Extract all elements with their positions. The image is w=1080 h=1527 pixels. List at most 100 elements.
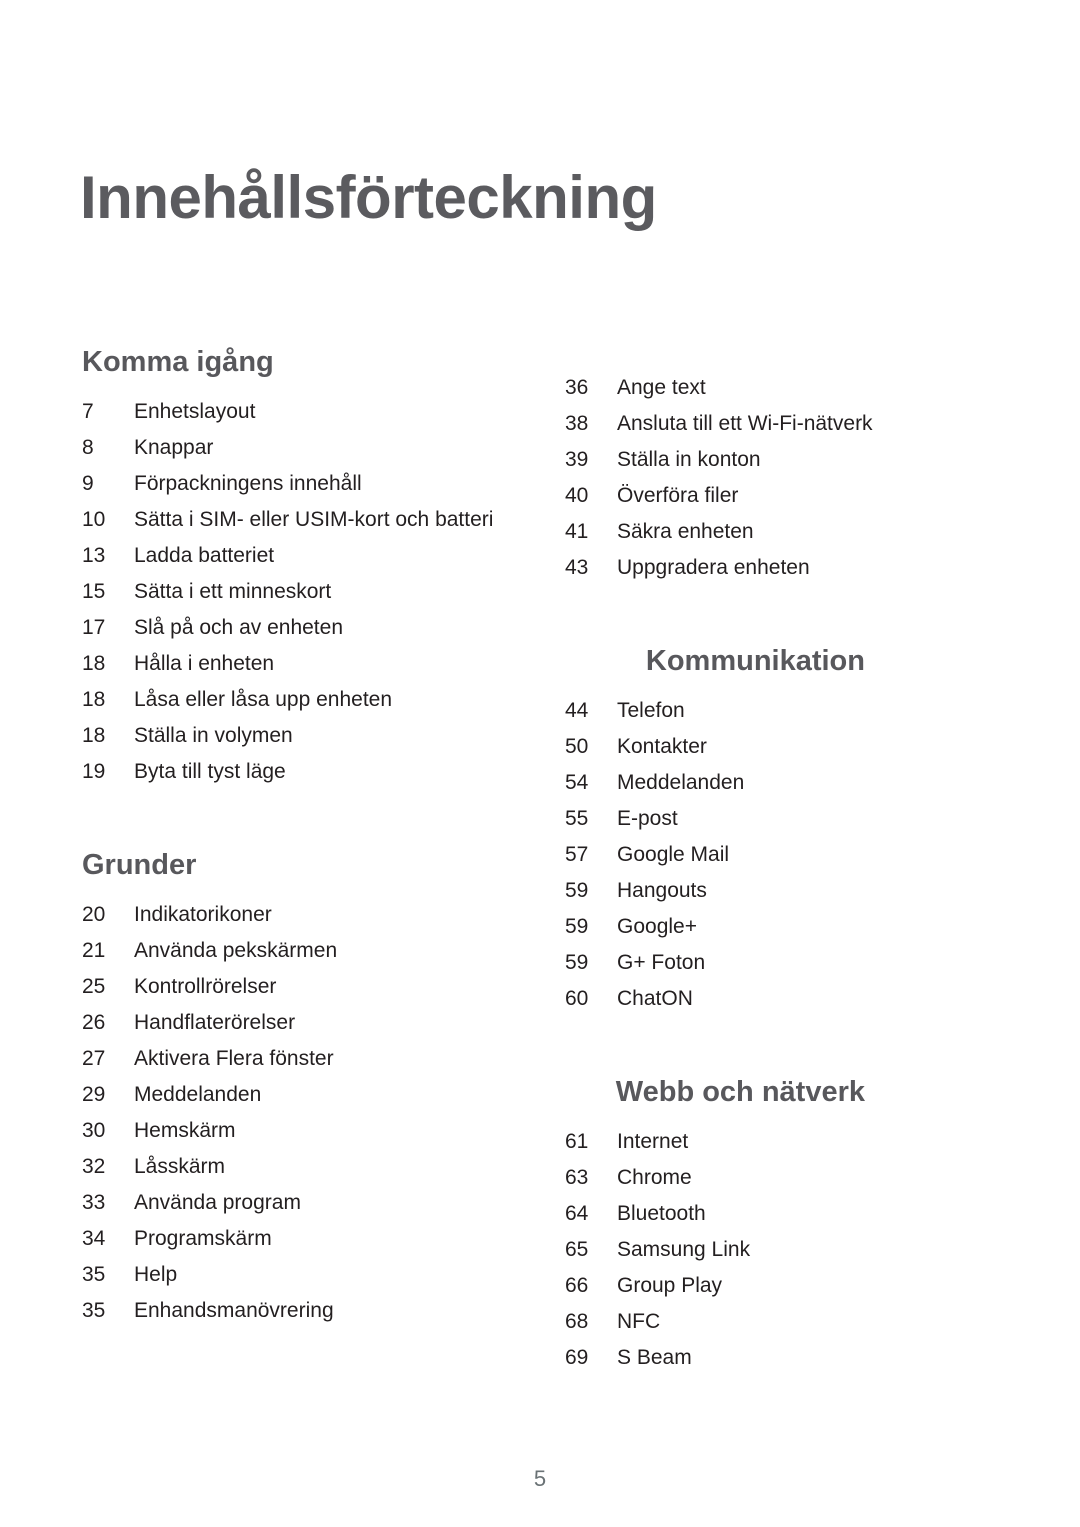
toc-entry[interactable]: 21 Använda pekskärmen — [82, 933, 512, 969]
toc-entry-title: Kontakter — [617, 735, 707, 758]
toc-entry[interactable]: 18 Hålla i enheten — [82, 646, 512, 682]
toc-entry-title: Samsung Link — [617, 1238, 751, 1261]
toc-entry[interactable]: 13 Ladda batteriet — [82, 538, 512, 574]
toc-entry-title: Kontrollrörelser — [134, 975, 277, 998]
toc-entry[interactable]: 25 Kontrollrörelser — [82, 969, 512, 1005]
toc-entry-title: Meddelanden — [617, 771, 745, 794]
toc-entry[interactable]: 59 Google+ — [565, 909, 865, 945]
toc-entry-title: Säkra enheten — [617, 520, 754, 543]
toc-entry-title: Förpackningens innehåll — [134, 472, 362, 495]
page-number: 5 — [533, 1466, 547, 1491]
toc-entry[interactable]: 34 Programskärm — [82, 1221, 512, 1257]
toc-entry[interactable]: 44 Telefon — [565, 693, 865, 729]
toc-right-column: 36 Ange text 38 Ansluta till ett Wi-Fi-nätv… — [565, 348, 873, 1376]
toc-entry-page: 25 — [82, 975, 106, 998]
toc-entry-title: S Beam — [617, 1346, 692, 1369]
toc-entry[interactable]: 43 Uppgradera enheten — [565, 550, 865, 586]
toc-entry-page: 65 — [565, 1238, 589, 1261]
toc-entry-page: 34 — [82, 1227, 106, 1250]
toc-entry-page: 68 — [565, 1310, 589, 1333]
toc-entry[interactable]: 54 Meddelanden — [565, 765, 865, 801]
toc-entry-title: Google Mail — [617, 843, 730, 866]
toc-entry[interactable]: 30 Hemskärm — [82, 1113, 512, 1149]
toc-entry[interactable]: 9 Förpackningens innehåll — [82, 466, 512, 502]
toc-entry-page: 35 — [82, 1299, 106, 1322]
toc-entry[interactable]: 50 Kontakter — [565, 729, 865, 765]
toc-entry[interactable]: 59 Hangouts — [565, 873, 865, 909]
toc-entry-page: 8 — [82, 436, 94, 459]
toc-entry[interactable]: 55 E-post — [565, 801, 865, 837]
toc-entry-title: Bluetooth — [617, 1202, 706, 1225]
toc-entry-title: Använda pekskärmen — [134, 939, 338, 962]
toc-entry-title: Handflaterörelser — [134, 1011, 296, 1034]
toc-entry[interactable]: 18 Låsa eller låsa upp enheten — [82, 682, 512, 718]
toc-entry-title: Ange text — [617, 376, 706, 399]
toc-entry-title: Ställa in volymen — [134, 724, 293, 747]
toc-entry-title: Group Play — [617, 1274, 723, 1297]
toc-page: Innehållsförteckning Komma igång 7 Enhetsl… — [0, 0, 1080, 1527]
toc-entry[interactable]: 39 Ställa in konton — [565, 442, 865, 478]
toc-entry-title: Sätta i ett minneskort — [134, 580, 332, 603]
toc-entry-title: Uppgradera enheten — [617, 556, 810, 579]
toc-entry[interactable]: 65 Samsung Link — [565, 1232, 865, 1268]
toc-entry[interactable]: 66 Group Play — [565, 1268, 865, 1304]
toc-entry[interactable]: 35 Enhandsmanövrering — [82, 1293, 512, 1329]
toc-entry[interactable]: 68 NFC — [565, 1304, 865, 1340]
toc-section-entries: 44 Telefon 50 Kontakter 54 Meddelanden 55 E-pos… — [565, 693, 865, 1017]
toc-entry[interactable]: 36 Ange text — [565, 370, 865, 406]
toc-entry[interactable]: 26 Handflaterörelser — [82, 1005, 512, 1041]
toc-entry[interactable]: 15 Sätta i ett minneskort — [82, 574, 512, 610]
toc-entry-title: Byta till tyst läge — [134, 760, 286, 783]
toc-entry[interactable]: 38 Ansluta till ett Wi-Fi-nätverk — [565, 406, 873, 442]
toc-entry[interactable]: 35 Help — [82, 1257, 512, 1293]
toc-entry-page: 59 — [565, 915, 589, 938]
toc-entry-title: Hangouts — [617, 879, 707, 902]
toc-entry-page: 41 — [565, 520, 589, 543]
toc-entry-page: 17 — [82, 616, 106, 639]
toc-entry-title: Sätta i SIM- eller USIM-kort och batteri — [134, 508, 494, 531]
toc-entry[interactable]: 57 Google Mail — [565, 837, 865, 873]
toc-entry[interactable]: 20 Indikatorikoner — [82, 897, 512, 933]
toc-entry[interactable]: 27 Aktivera Flera fönster — [82, 1041, 512, 1077]
toc-entry-page: 10 — [82, 508, 106, 531]
toc-entry[interactable]: 10 Sätta i SIM- eller USIM-kort och batte… — [82, 502, 512, 538]
toc-entry-page: 69 — [565, 1346, 589, 1369]
toc-entry[interactable]: 63 Chrome — [565, 1160, 865, 1196]
toc-entry[interactable]: 41 Säkra enheten — [565, 514, 865, 550]
toc-entry-title: Ställa in konton — [617, 448, 761, 471]
toc-entry-title: Ladda batteriet — [134, 544, 275, 567]
toc-entry-page: 57 — [565, 843, 589, 866]
toc-entry-title: Låsa eller låsa upp enheten — [134, 688, 393, 711]
toc-entry-title: Överföra filer — [617, 484, 739, 507]
toc-entry-page: 50 — [565, 735, 589, 758]
toc-entry[interactable]: 60 ChatON — [565, 981, 865, 1017]
toc-entry[interactable]: 19 Byta till tyst läge — [82, 754, 512, 790]
toc-entry-title: Enhetslayout — [134, 400, 256, 423]
toc-entry[interactable]: 59 G+ Foton — [565, 945, 865, 981]
toc-entry[interactable]: 8 Knappar — [82, 430, 512, 466]
toc-entry-page: 19 — [82, 760, 106, 783]
toc-entry-page: 32 — [82, 1155, 106, 1178]
toc-entry[interactable]: 18 Ställa in volymen — [82, 718, 512, 754]
toc-entry-title: Aktivera Flera fönster — [134, 1047, 334, 1070]
toc-entry[interactable]: 7 Enhetslayout — [82, 394, 512, 430]
toc-entry[interactable]: 69 S Beam — [565, 1340, 865, 1376]
toc-entry-page: 7 — [82, 400, 94, 423]
toc-entry-title: Låsskärm — [134, 1155, 226, 1178]
toc-entry[interactable]: 29 Meddelanden — [82, 1077, 512, 1113]
toc-entry[interactable]: 40 Överföra filer — [565, 478, 865, 514]
toc-entry-page: 64 — [565, 1202, 589, 1225]
toc-entry-page: 36 — [565, 376, 589, 399]
toc-entry[interactable]: 17 Slå på och av enheten — [82, 610, 512, 646]
toc-entry[interactable]: 64 Bluetooth — [565, 1196, 865, 1232]
toc-entry-title: Knappar — [134, 436, 214, 459]
toc-entry[interactable]: 61 Internet — [565, 1124, 865, 1160]
toc-entry[interactable]: 33 Använda program — [82, 1185, 512, 1221]
toc-entry-page: 13 — [82, 544, 106, 567]
toc-entry-title: ChatON — [617, 987, 693, 1010]
toc-entry-page: 20 — [82, 903, 106, 926]
toc-entry-page: 54 — [565, 771, 589, 794]
toc-entry[interactable]: 32 Låsskärm — [82, 1149, 512, 1185]
toc-entry-title: Help — [134, 1263, 178, 1286]
toc-entry-page: 9 — [82, 472, 94, 495]
